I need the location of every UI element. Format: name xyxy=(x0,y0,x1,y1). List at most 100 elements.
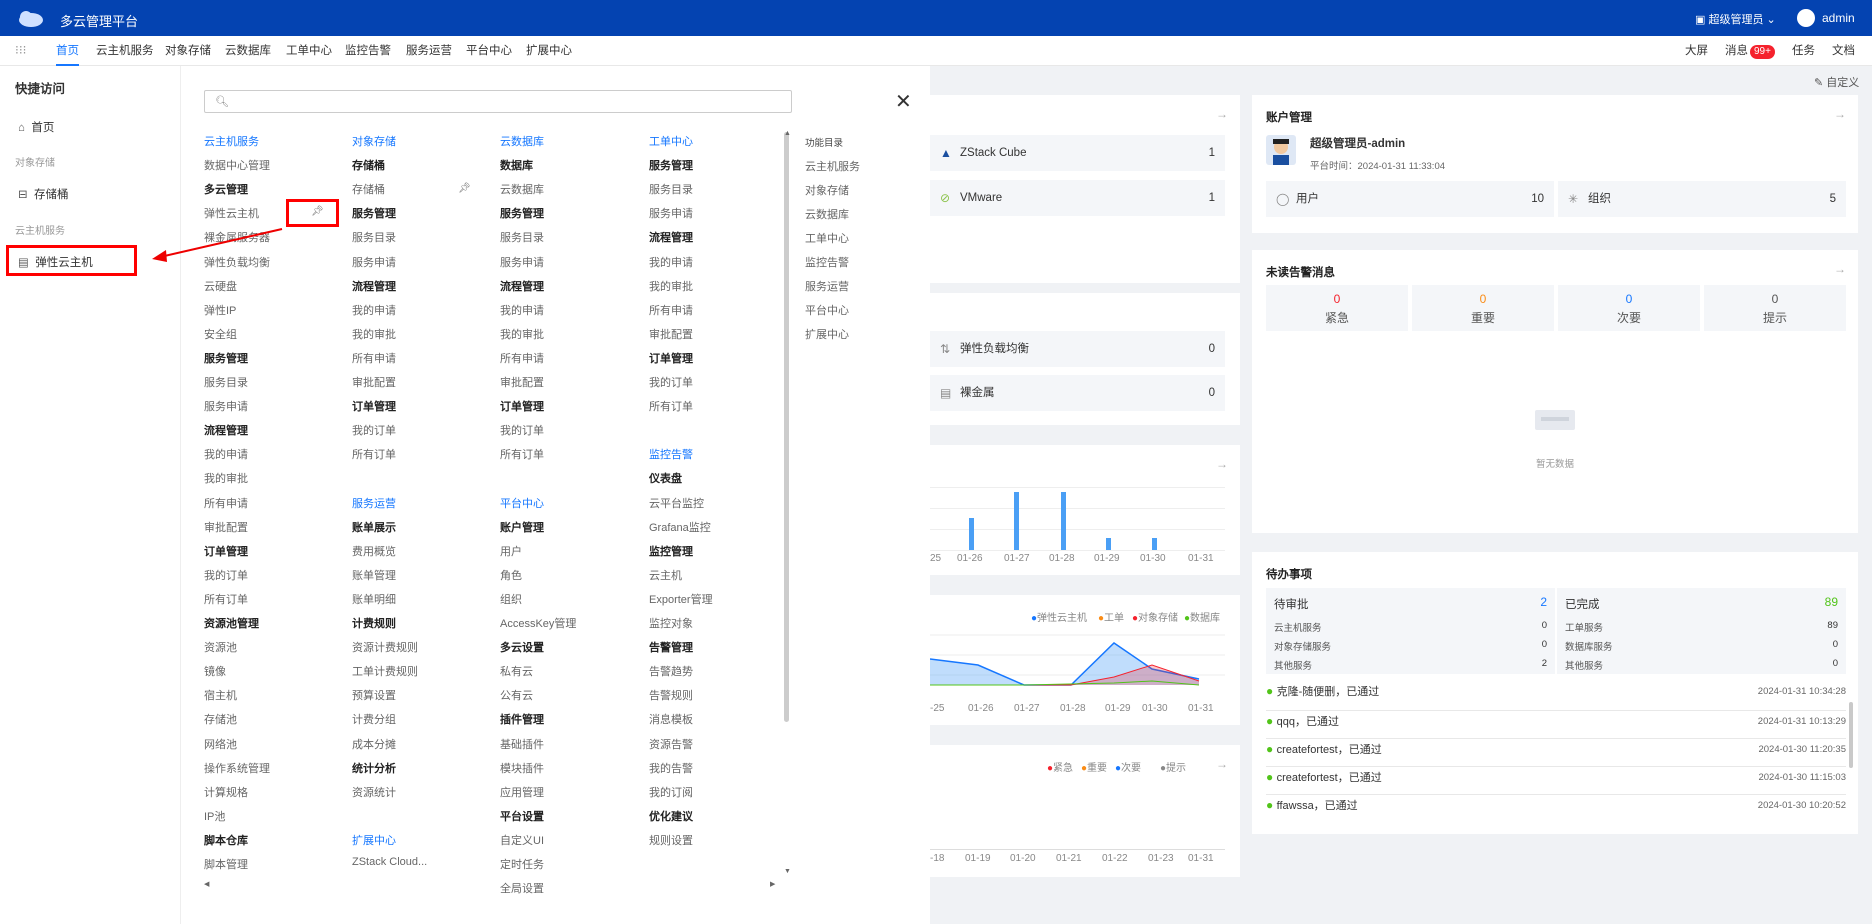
menu-link[interactable]: 订单管理 xyxy=(649,350,693,366)
menu-link[interactable]: 流程管理 xyxy=(500,278,544,294)
menu-link[interactable]: 资源统计 xyxy=(352,784,396,800)
menu-link[interactable]: IP池 xyxy=(204,808,225,824)
pending-tile[interactable]: 待审批 2 云主机服务 0 对象存储服务 0 其他服务 2 xyxy=(1266,588,1555,674)
pin-icon[interactable]: 📌︎ xyxy=(458,183,471,194)
menu-link[interactable]: 公有云 xyxy=(500,687,533,703)
directory-link[interactable]: 对象存储 xyxy=(805,182,849,198)
legend-item[interactable]: ●对象存储 xyxy=(1132,609,1178,624)
directory-link[interactable]: 工单中心 xyxy=(805,230,849,246)
menu-link[interactable]: 消息模板 xyxy=(649,711,693,727)
orgs-tile[interactable]: ✳ 组织 5 xyxy=(1558,181,1846,217)
legend-item[interactable]: ●弹性云主机 xyxy=(1031,609,1087,624)
menu-link[interactable]: 成本分摊 xyxy=(352,736,396,752)
menu-link[interactable]: 流程管理 xyxy=(649,229,693,245)
todo-list-item[interactable]: ● ffawssa，已通过 2024-01-30 10:20:52 xyxy=(1266,795,1846,823)
scroll-right-icon[interactable]: ▶ xyxy=(770,880,775,888)
menu-link[interactable]: 规则设置 xyxy=(649,832,693,848)
arrow-right-icon[interactable]: → xyxy=(1216,107,1228,121)
menu-link[interactable]: 模块插件 xyxy=(500,760,544,776)
menu-link[interactable]: 我的审批 xyxy=(500,326,544,342)
big-screen-link[interactable]: 大屏 xyxy=(1685,36,1708,66)
scroll-left-icon[interactable]: ◀ xyxy=(204,880,209,888)
menu-link[interactable]: 资源池 xyxy=(204,639,237,655)
menu-link[interactable]: 监控管理 xyxy=(649,543,693,559)
menu-link[interactable]: 基础插件 xyxy=(500,736,544,752)
legend-item[interactable]: ●提示 xyxy=(1160,759,1186,774)
menu-link[interactable]: 服务管理 xyxy=(649,157,693,173)
menu-link[interactable]: 工单计费规则 xyxy=(352,663,418,679)
user-name[interactable]: admin xyxy=(1822,11,1855,25)
arrow-right-icon[interactable]: → xyxy=(1834,262,1846,276)
menu-link[interactable]: 我的订单 xyxy=(352,422,396,438)
menu-link[interactable]: 所有申请 xyxy=(500,350,544,366)
menu-link[interactable]: 服务目录 xyxy=(500,229,544,245)
menu-link[interactable]: 账单展示 xyxy=(352,519,396,535)
menu-link[interactable]: 所有订单 xyxy=(352,446,396,462)
apps-grid-icon[interactable]: ⁝⁝⁝ xyxy=(15,44,26,56)
docs-link[interactable]: 文档 xyxy=(1832,36,1855,66)
resource-tile[interactable]: ⇅ 弹性负载均衡 0 xyxy=(930,331,1225,367)
menu-link[interactable]: 所有申请 xyxy=(352,350,396,366)
menu-link[interactable]: 数据中心管理 xyxy=(204,157,270,173)
menu-link[interactable]: 计费规则 xyxy=(352,615,396,631)
menu-link[interactable]: 云平台监控 xyxy=(649,495,704,511)
arrow-right-icon[interactable]: → xyxy=(1216,757,1228,771)
menu-link[interactable]: 用户 xyxy=(500,543,522,559)
menu-link[interactable]: 我的订阅 xyxy=(649,784,693,800)
menu-link[interactable]: 多云设置 xyxy=(500,639,544,655)
menu-link[interactable]: 我的申请 xyxy=(204,446,248,462)
menu-link[interactable]: 资源池管理 xyxy=(204,615,259,631)
role-switcher[interactable]: ▣ 超级管理员 ⌄ xyxy=(1695,11,1776,27)
nav-ecs[interactable]: 云主机服务 xyxy=(96,36,154,66)
menu-link[interactable]: 私有云 xyxy=(500,663,533,679)
menu-link[interactable]: 审批配置 xyxy=(352,374,396,390)
menu-link[interactable]: 订单管理 xyxy=(352,398,396,414)
menu-link[interactable]: 优化建议 xyxy=(649,808,693,824)
menu-link[interactable]: 服务申请 xyxy=(352,254,396,270)
users-tile[interactable]: ◯ 用户 10 xyxy=(1266,181,1554,217)
platform-tile[interactable]: ▲ ZStack Cube 1 xyxy=(930,135,1225,171)
menu-link[interactable]: 资源告警 xyxy=(649,736,693,752)
menu-link[interactable]: AccessKey管理 xyxy=(500,615,576,631)
menu-link[interactable]: 账单明细 xyxy=(352,591,396,607)
menu-link[interactable]: 资源计费规则 xyxy=(352,639,418,655)
todo-list-item[interactable]: ● createfortest，已通过 2024-01-30 11:20:35 xyxy=(1266,739,1846,767)
menu-link[interactable]: 所有订单 xyxy=(204,591,248,607)
menu-link[interactable]: 账户管理 xyxy=(500,519,544,535)
menu-link[interactable]: 宿主机 xyxy=(204,687,237,703)
menu-link[interactable]: 监控对象 xyxy=(649,615,693,631)
menu-link[interactable]: 服务管理 xyxy=(500,205,544,221)
directory-link[interactable]: 监控告警 xyxy=(805,254,849,270)
menu-link[interactable]: 服务管理 xyxy=(204,350,248,366)
menu-link[interactable]: Grafana监控 xyxy=(649,519,711,535)
menu-link[interactable]: 服务目录 xyxy=(352,229,396,245)
menu-link[interactable]: 所有订单 xyxy=(500,446,544,462)
menu-link[interactable]: 定时任务 xyxy=(500,856,544,872)
menu-search-input[interactable]: 🔍︎ xyxy=(204,90,792,113)
legend-item[interactable]: ●紧急 xyxy=(1047,759,1073,774)
quick-item-bucket[interactable]: ⊟ 存储桶 xyxy=(18,186,69,202)
menu-link[interactable]: 全局设置 xyxy=(500,880,544,896)
menu-link[interactable]: 我的申请 xyxy=(500,302,544,318)
nav-operation[interactable]: 服务运营 xyxy=(406,36,452,66)
tasks-link[interactable]: 任务 xyxy=(1792,36,1815,66)
menu-link[interactable]: 我的申请 xyxy=(649,254,693,270)
directory-link[interactable]: 云主机服务 xyxy=(805,158,860,174)
menu-link[interactable]: 我的订单 xyxy=(204,567,248,583)
alert-level-tile[interactable]: 0 提示 xyxy=(1704,285,1846,331)
menu-link[interactable]: 服务申请 xyxy=(204,398,248,414)
menu-link[interactable]: 预算设置 xyxy=(352,687,396,703)
menu-link[interactable]: 多云管理 xyxy=(204,181,248,197)
menu-link[interactable]: 流程管理 xyxy=(204,422,248,438)
menu-link[interactable]: 费用概览 xyxy=(352,543,396,559)
customize-button[interactable]: ✎ 自定义 xyxy=(1814,74,1859,90)
menu-link[interactable]: 账单管理 xyxy=(352,567,396,583)
menu-link[interactable]: 存储池 xyxy=(204,711,237,727)
menu-link[interactable]: 订单管理 xyxy=(500,398,544,414)
menu-link[interactable]: 我的审批 xyxy=(204,470,248,486)
menu-link[interactable]: 云硬盘 xyxy=(204,278,237,294)
alert-level-tile[interactable]: 0 次要 xyxy=(1558,285,1700,331)
menu-link[interactable]: 我的审批 xyxy=(352,326,396,342)
menu-scrollbar[interactable] xyxy=(784,132,789,722)
menu-link[interactable]: 告警规则 xyxy=(649,687,693,703)
